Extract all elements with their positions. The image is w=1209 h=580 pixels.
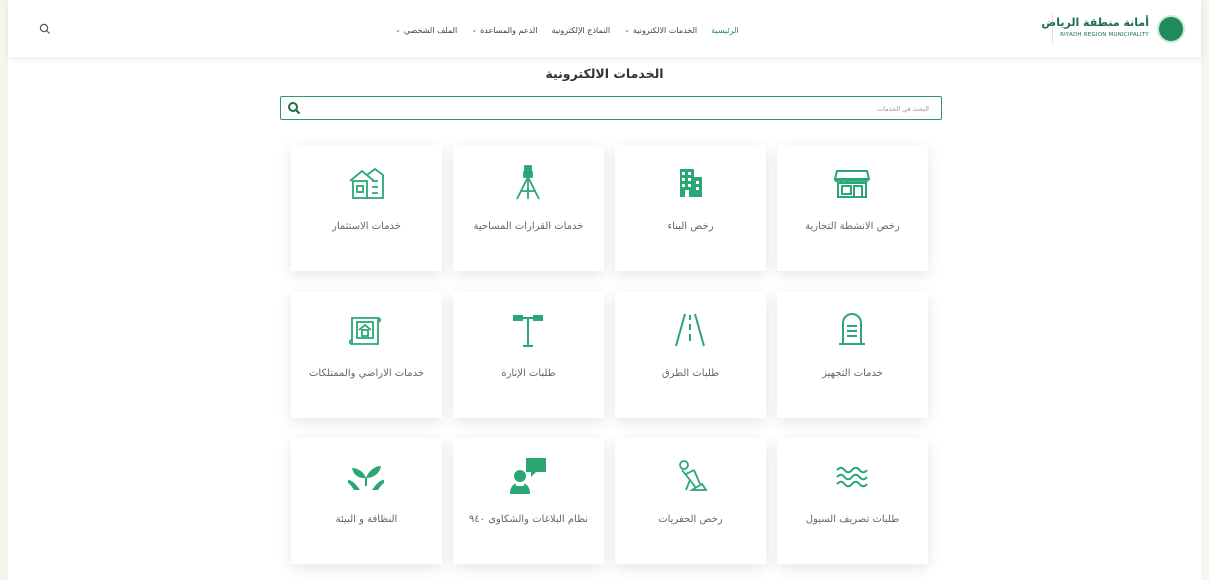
nav-item-label: الملف الشخصي	[403, 25, 458, 35]
nav-item-label: الدعم والمساعدة	[480, 25, 538, 35]
hands-leaves-icon	[348, 466, 384, 490]
service-card-preparation[interactable]: خدمات التجهيز	[777, 292, 928, 418]
service-card-cleanliness-environment[interactable]: النظافة و البيئة	[291, 438, 442, 564]
service-card-flood-drainage[interactable]: طلبات تصريف السيول	[777, 438, 928, 564]
page: الرئيسية الخدمات الالكترونية ⌄ النماذج ال…	[8, 0, 1201, 580]
top-header: الرئيسية الخدمات الالكترونية ⌄ النماذج ال…	[8, 0, 1201, 57]
service-card-reports-complaints[interactable]: نظام البلاغات والشكاوى ٩٤٠	[453, 438, 604, 564]
emblem-icon	[1157, 15, 1185, 43]
nav-item-e-forms[interactable]: النماذج الإلكترونية	[551, 23, 610, 37]
search-input[interactable]	[307, 99, 931, 119]
logo-title-en: RIYADH REGION MUNICIPALITY	[1060, 32, 1149, 38]
page-title: الخدمات الالكترونية	[545, 66, 664, 81]
service-label: خدمات القرارات المساحية	[473, 221, 584, 232]
service-card-survey-decisions[interactable]: خدمات القرارات المساحية	[453, 145, 604, 271]
service-label: طلبات الطرق	[661, 368, 720, 379]
investment-buildings-icon	[349, 167, 384, 199]
service-label: رخص البناء	[667, 221, 714, 232]
chevron-down-icon: ⌄	[624, 26, 631, 34]
services-search	[280, 96, 942, 120]
nav-item-support[interactable]: الدعم والمساعدة ⌄	[471, 23, 537, 37]
municipality-logo[interactable]: أمانة منطقة الرياض RIYADH REGION MUNICIP…	[1041, 15, 1185, 45]
service-label: رخص الحفريات	[658, 514, 723, 525]
service-card-roads[interactable]: طلبات الطرق	[615, 292, 766, 418]
excavation-worker-icon	[679, 460, 708, 491]
nav-item-home[interactable]: الرئيسية	[711, 23, 739, 37]
service-label: النظافة و البيئة	[335, 514, 398, 525]
survey-tripod-icon	[516, 165, 540, 200]
service-card-excavation[interactable]: رخص الحفريات	[615, 438, 766, 564]
main-nav: الرئيسية الخدمات الالكترونية ⌄ النماذج ال…	[395, 23, 739, 37]
building-icon	[680, 169, 702, 197]
road-icon	[675, 313, 705, 347]
search-icon[interactable]	[38, 22, 52, 36]
nav-item-label: النماذج الإلكترونية	[551, 25, 611, 35]
water-waves-icon	[836, 466, 868, 488]
nav-item-e-services[interactable]: الخدمات الالكترونية ⌄	[624, 23, 697, 37]
service-label: خدمات الاراضي والممتلكات	[308, 368, 425, 379]
nav-item-label: الخدمات الالكترونية	[633, 25, 698, 35]
logo-title-ar: أمانة منطقة الرياض	[1041, 16, 1149, 29]
service-card-building-licenses[interactable]: رخص البناء	[615, 145, 766, 271]
service-label: خدمات الاستثمار	[332, 221, 401, 232]
storefront-icon	[833, 170, 871, 198]
land-plan-icon	[348, 317, 382, 345]
service-card-investment[interactable]: خدمات الاستثمار	[291, 145, 442, 271]
nav-item-label: الرئيسية	[711, 25, 739, 35]
search-icon[interactable]	[287, 101, 301, 115]
report-chat-icon	[510, 458, 546, 494]
service-label: طلبات الإنارة	[501, 368, 556, 379]
tombstone-icon	[839, 313, 865, 345]
service-label: نظام البلاغات والشكاوى ٩٤٠	[468, 514, 589, 525]
service-label: رخص الانشطة التجارية	[805, 221, 900, 232]
service-card-lands-properties[interactable]: خدمات الاراضي والممتلكات	[291, 292, 442, 418]
chevron-down-icon: ⌄	[395, 26, 401, 34]
service-label: خدمات التجهيز	[822, 368, 883, 379]
service-label: طلبات تصريف السيول	[805, 514, 900, 525]
street-light-icon	[513, 315, 543, 347]
chevron-down-icon: ⌄	[471, 26, 478, 34]
nav-item-profile[interactable]: الملف الشخصي ⌄	[395, 23, 457, 37]
service-card-commercial-licenses[interactable]: رخص الانشطة التجارية	[777, 145, 928, 271]
service-card-lighting[interactable]: طلبات الإنارة	[453, 292, 604, 418]
